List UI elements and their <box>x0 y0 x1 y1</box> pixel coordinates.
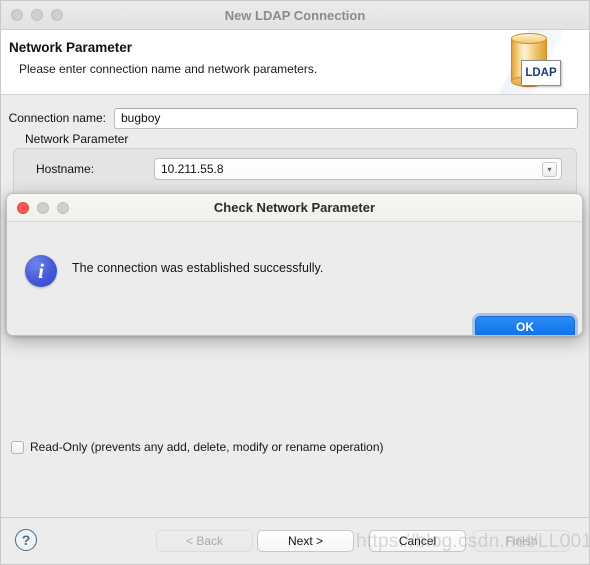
screenshot-root: New LDAP Connection Network Parameter Pl… <box>0 0 590 565</box>
dialog-body: i The connection was established success… <box>7 222 582 335</box>
dialog-zoom-button[interactable] <box>57 201 69 214</box>
hostname-combobox[interactable]: 10.211.55.8 ▾ <box>154 157 562 180</box>
zoom-button[interactable] <box>51 9 63 21</box>
help-icon[interactable]: ? <box>15 529 37 551</box>
back-button[interactable]: < Back <box>156 530 253 552</box>
read-only-label: Read-Only (prevents any add, delete, mod… <box>30 440 384 454</box>
finish-button[interactable]: Finish <box>473 530 570 552</box>
hostname-value: 10.211.55.8 <box>161 161 224 176</box>
check-network-parameter-dialog: Check Network Parameter i The connection… <box>6 193 583 336</box>
window-titlebar: New LDAP Connection <box>1 1 589 30</box>
info-icon: i <box>25 255 57 287</box>
window-traffic-lights <box>11 9 63 21</box>
read-only-row[interactable]: Read-Only (prevents any add, delete, mod… <box>11 440 384 454</box>
window-title: New LDAP Connection <box>224 7 366 23</box>
minimize-button[interactable] <box>31 9 43 21</box>
dialog-titlebar: Check Network Parameter <box>7 194 582 222</box>
dialog-minimize-button[interactable] <box>37 201 49 214</box>
hostname-label: Hostname: <box>36 161 95 176</box>
network-parameter-group-label: Network Parameter <box>25 132 129 146</box>
dialog-close-button[interactable] <box>17 201 29 214</box>
connection-name-row: Connection name: bugboy <box>1 107 589 129</box>
hostname-row: Hostname: 10.211.55.8 ▾ <box>14 157 576 180</box>
page-title: Network Parameter <box>9 40 133 55</box>
page-subtitle: Please enter connection name and network… <box>19 62 318 76</box>
dialog-traffic-lights <box>17 201 69 214</box>
dialog-title: Check Network Parameter <box>213 200 376 215</box>
read-only-checkbox[interactable] <box>11 440 24 454</box>
wizard-header: Network Parameter Please enter connectio… <box>1 30 589 95</box>
ldap-badge-label: LDAP <box>521 60 561 86</box>
wizard-footer: ? < Back Next > Cancel Finish <box>1 517 589 564</box>
ok-button[interactable]: OK <box>475 316 575 335</box>
connection-name-label: Connection name: <box>8 111 106 125</box>
close-button[interactable] <box>11 9 23 21</box>
cancel-button[interactable]: Cancel <box>369 530 466 552</box>
connection-name-input[interactable]: bugboy <box>114 107 578 129</box>
dialog-message: The connection was established successfu… <box>72 261 324 275</box>
ldap-database-icon: LDAP <box>503 33 561 92</box>
next-button[interactable]: Next > <box>257 530 354 552</box>
chevron-down-icon[interactable]: ▾ <box>542 161 557 177</box>
